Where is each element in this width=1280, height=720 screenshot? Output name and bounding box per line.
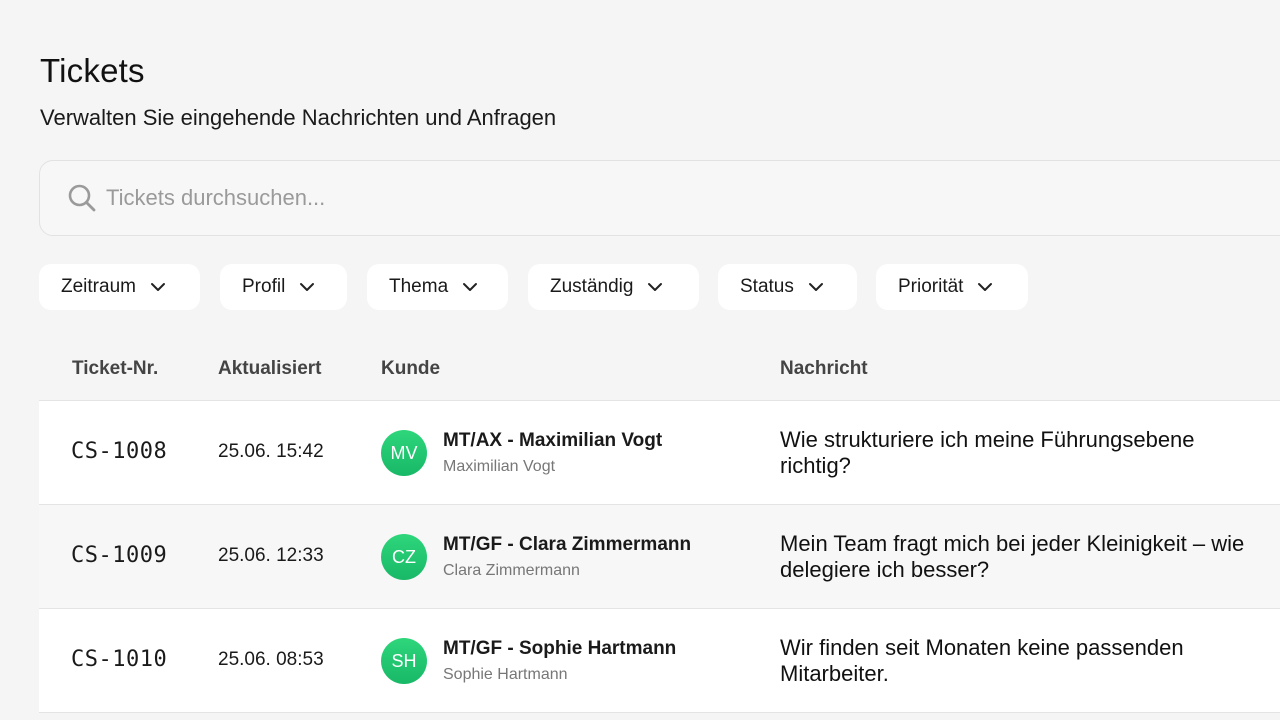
customer-name: MT/GF - Clara Zimmermann: [443, 534, 692, 555]
filter-zustaendig[interactable]: Zuständig: [528, 264, 699, 310]
filter-bar: Zeitraum Profil Thema Zuständig Status P…: [39, 264, 1028, 310]
customer-contact: Sophie Hartmann: [443, 666, 568, 683]
filter-thema[interactable]: Thema: [367, 264, 508, 310]
chevron-down-icon: [299, 278, 317, 296]
ticket-updated: 25.06. 12:33: [218, 545, 324, 566]
ticket-updated: 25.06. 15:42: [218, 441, 324, 462]
filter-label: Zeitraum: [61, 276, 136, 297]
customer-name: MT/AX - Maximilian Vogt: [443, 430, 663, 451]
search-icon: [66, 182, 98, 214]
avatar: MV: [381, 430, 427, 476]
ticket-id: CS-1009: [71, 543, 168, 568]
filter-zeitraum[interactable]: Zeitraum: [39, 264, 200, 310]
column-header-kunde[interactable]: Kunde: [381, 358, 440, 380]
chevron-down-icon: [150, 278, 168, 296]
table-row[interactable]: CS-1009 25.06. 12:33 CZ MT/GF - Clara Zi…: [39, 505, 1280, 609]
search-bar[interactable]: [39, 160, 1280, 236]
customer-name: MT/GF - Sophie Hartmann: [443, 638, 677, 659]
table-row[interactable]: CS-1010 25.06. 08:53 SH MT/GF - Sophie H…: [39, 609, 1280, 713]
ticket-updated: 25.06. 08:53: [218, 649, 324, 670]
filter-prioritaet[interactable]: Priorität: [876, 264, 1028, 310]
filter-label: Profil: [242, 276, 286, 297]
customer-contact: Maximilian Vogt: [443, 458, 556, 475]
chevron-down-icon: [462, 278, 480, 296]
column-header-aktualisiert[interactable]: Aktualisiert: [218, 358, 321, 380]
chevron-down-icon: [977, 278, 995, 296]
search-input[interactable]: [104, 177, 1008, 219]
page-title: Tickets: [40, 52, 145, 89]
table-row[interactable]: CS-1008 25.06. 15:42 MV MT/AX - Maximili…: [39, 401, 1280, 505]
chevron-down-icon: [647, 278, 665, 296]
ticket-id: CS-1010: [71, 647, 168, 672]
filter-profil[interactable]: Profil: [220, 264, 347, 310]
ticket-message: Mein Team fragt mich bei jeder Kleinigke…: [780, 531, 1245, 582]
filter-label: Thema: [389, 276, 449, 297]
ticket-message: Wir finden seit Monaten keine passenden …: [780, 635, 1184, 686]
column-header-ticket-nr[interactable]: Ticket-Nr.: [72, 358, 158, 380]
ticket-id: CS-1008: [71, 439, 168, 464]
page-subtitle: Verwalten Sie eingehende Nachrichten und…: [40, 105, 557, 130]
filter-label: Status: [740, 276, 794, 297]
avatar: SH: [381, 638, 427, 684]
tickets-table: Ticket-Nr. Aktualisiert Kunde Nachricht …: [39, 336, 1280, 713]
tickets-page: Tickets Verwalten Sie eingehende Nachric…: [0, 0, 1280, 720]
column-header-nachricht[interactable]: Nachricht: [780, 358, 868, 380]
chevron-down-icon: [808, 278, 826, 296]
customer-contact: Clara Zimmermann: [443, 562, 580, 579]
filter-label: Priorität: [898, 276, 964, 297]
table-header: Ticket-Nr. Aktualisiert Kunde Nachricht: [39, 336, 1280, 401]
filter-status[interactable]: Status: [718, 264, 857, 310]
ticket-message: Wie strukturiere ich meine Führungsebene…: [780, 427, 1195, 478]
avatar: CZ: [381, 534, 427, 580]
filter-label: Zuständig: [550, 276, 634, 297]
